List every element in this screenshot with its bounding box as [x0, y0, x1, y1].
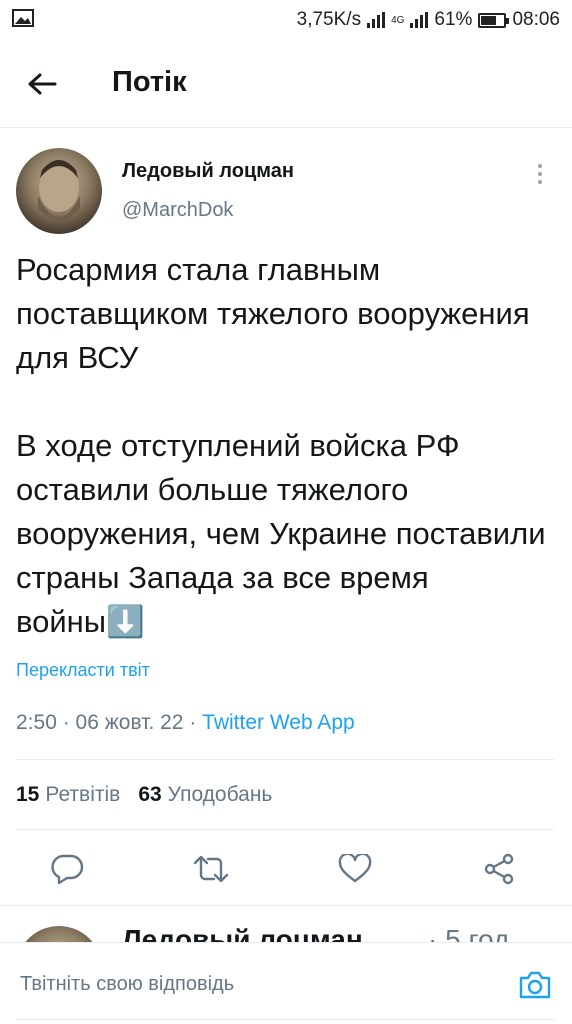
network-speed: 3,75K/s — [296, 9, 362, 30]
more-options-icon[interactable] — [530, 160, 550, 188]
retweet-icon — [193, 855, 229, 883]
battery-percent: 61% — [434, 9, 473, 30]
author-handle[interactable]: @MarchDok — [122, 199, 233, 222]
share-button[interactable] — [476, 846, 522, 892]
camera-button[interactable] — [515, 967, 555, 1003]
tweet-date: 06 жовт. 22 — [75, 711, 184, 734]
tweet-source-link[interactable]: Twitter Web App — [202, 711, 355, 734]
reply-composer: Твітніть свою відповідь — [0, 942, 572, 1024]
like-button[interactable] — [332, 846, 378, 892]
meta-separator: · — [189, 711, 203, 734]
tweet-meta: 2:50 · 06 жовт. 22 · Twitter Web App — [16, 711, 355, 735]
likes-count: 63 — [138, 783, 162, 806]
network-type: 4G — [391, 14, 405, 26]
divider — [16, 829, 554, 830]
signal-4g-icon — [410, 12, 429, 28]
reply-input[interactable]: Твітніть свою відповідь — [20, 973, 234, 996]
clock: 08:06 — [512, 9, 560, 30]
retweet-button[interactable] — [188, 846, 234, 892]
status-indicators: 3,75K/s 4G 61% 08:06 — [297, 9, 560, 31]
camera-icon — [519, 971, 551, 999]
retweets-label: Ретвітів — [45, 783, 121, 806]
likes-label: Уподобань — [167, 783, 273, 806]
divider — [16, 759, 554, 760]
reply-icon — [51, 854, 84, 885]
tweet-actions — [0, 846, 572, 892]
reply-author-name[interactable]: Ледовый лоцман — [122, 924, 363, 942]
page-title: Потік — [112, 66, 187, 98]
avatar[interactable] — [16, 926, 102, 942]
image-notification-icon — [12, 9, 34, 27]
reply-time: · 5 год — [428, 924, 510, 942]
reply-button[interactable] — [44, 846, 90, 892]
author-name[interactable]: Ледовый лоцман — [122, 160, 294, 183]
tweet-text: Росармия стала главным поставщиком тяжел… — [16, 252, 546, 639]
top-bar: Потік — [0, 40, 572, 128]
likes-stat[interactable]: 63 Уподобань — [138, 783, 272, 807]
arrow-left-icon — [28, 73, 57, 95]
tweet-time: 2:50 — [16, 711, 57, 734]
avatar-image — [38, 160, 80, 221]
translate-tweet-link[interactable]: Перекласти твіт — [16, 660, 150, 681]
back-button[interactable] — [22, 64, 62, 104]
meta-separator: · — [62, 711, 76, 734]
retweets-stat[interactable]: 15 Ретвітів — [16, 783, 120, 807]
retweets-count: 15 — [16, 783, 40, 806]
reply-underline — [16, 1019, 556, 1020]
avatar[interactable] — [16, 148, 102, 234]
status-bar: 3,75K/s 4G 61% 08:06 — [0, 0, 572, 40]
share-icon — [484, 853, 514, 885]
heart-icon — [338, 854, 372, 883]
reply-tweet-preview[interactable]: Ледовый лоцман · 5 год — [0, 906, 572, 942]
battery-icon — [478, 12, 510, 28]
tweet-stats: 15 Ретвітів 63 Уподобань — [16, 783, 272, 807]
signal-icon — [367, 12, 386, 28]
